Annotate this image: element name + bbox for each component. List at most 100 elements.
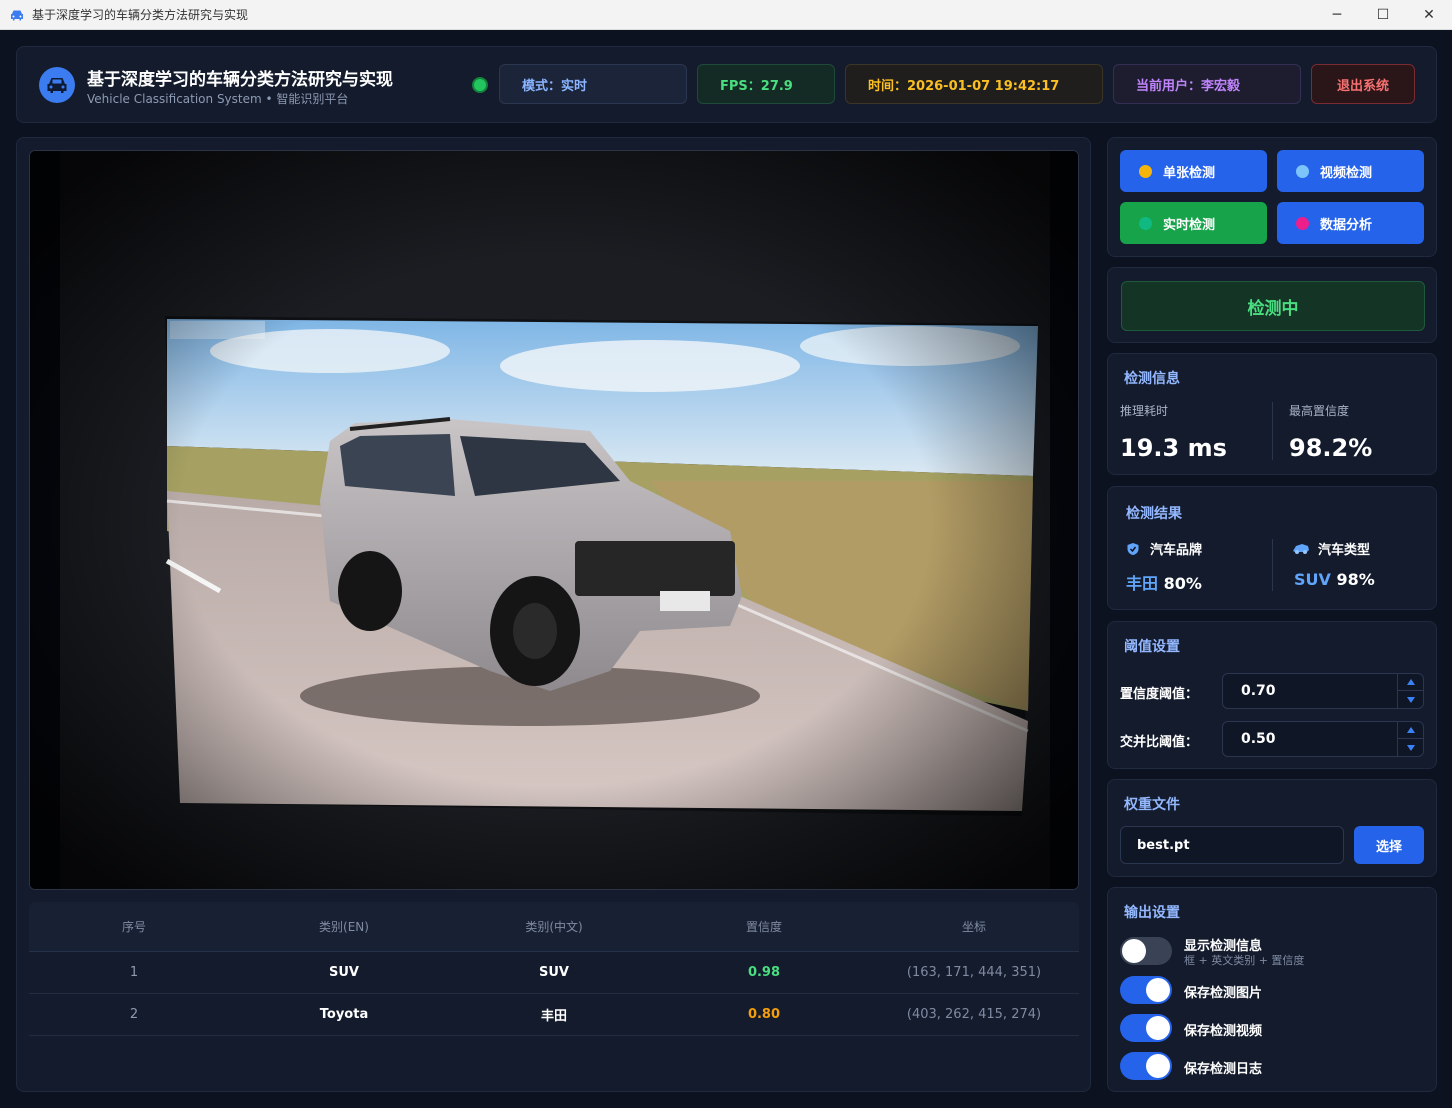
fps-badge: FPS：27.9 <box>697 64 835 104</box>
header-confidence: 置信度 <box>745 920 782 934</box>
type-label: 汽车类型 <box>1318 543 1371 558</box>
save-video-toggle[interactable] <box>1120 1014 1172 1042</box>
mode-panel: 单张检测 视频检测 实时检测 数据分析 <box>1107 137 1437 257</box>
camera-feed <box>29 150 1079 890</box>
threshold-title: 阈值设置 <box>1124 639 1180 655</box>
logout-button[interactable]: 退出系统 <box>1311 64 1415 104</box>
window-titlebar: 基于深度学习的车辆分类方法研究与实现 ─ ☐ ✕ <box>0 0 1452 30</box>
brand-result: 丰田 80% <box>1126 570 1202 594</box>
single-detect-button[interactable]: 单张检测 <box>1120 150 1267 192</box>
header-coordinates: 坐标 <box>961 920 986 934</box>
save-log-label: 保存检测日志 <box>1184 1062 1263 1077</box>
save-log-toggle[interactable] <box>1120 1052 1172 1080</box>
row-class-cn: SUV <box>539 965 569 980</box>
row-class-cn: 丰田 <box>540 1009 567 1024</box>
toggle-knob <box>1146 1016 1170 1040</box>
car-logo-icon <box>39 67 75 103</box>
time-badge: 时间：2026-01-07 19:42:17 <box>845 64 1103 104</box>
table-row[interactable]: 1 SUV SUV 0.98 (163, 171, 444, 351) <box>29 952 1079 994</box>
status-dot-icon <box>1296 164 1309 178</box>
show-info-description: 框 + 英文类别 + 置信度 <box>1184 954 1305 967</box>
iou-threshold-spinbox[interactable]: 0.50 <box>1222 721 1424 757</box>
latency-label: 推理耗时 <box>1120 404 1169 418</box>
minimize-button[interactable]: ─ <box>1314 0 1360 30</box>
connection-status-indicator <box>472 77 488 93</box>
app-header: 基于深度学习的车辆分类方法研究与实现 Vehicle Classificatio… <box>16 46 1437 123</box>
mode-badge: 模式：实时 <box>499 64 687 104</box>
toggle-knob <box>1146 978 1170 1002</box>
maximize-button[interactable]: ☐ <box>1360 0 1406 30</box>
type-confidence: 98% <box>1336 570 1375 589</box>
weights-title: 权重文件 <box>1124 797 1180 813</box>
main-panel: 序号 类别(EN) 类别(中文) 置信度 坐标 1 SUV SUV 0.98 (… <box>16 137 1091 1092</box>
close-button[interactable]: ✕ <box>1406 0 1452 30</box>
table-row[interactable]: 2 Toyota 丰田 0.80 (403, 262, 415, 274) <box>29 994 1079 1036</box>
increment-arrow-icon[interactable] <box>1398 674 1424 691</box>
app-root: 基于深度学习的车辆分类方法研究与实现 Vehicle Classificatio… <box>1 31 1451 1107</box>
save-video-label: 保存检测视频 <box>1184 1024 1263 1039</box>
status-dot-icon <box>1296 216 1309 230</box>
confidence-threshold-value: 0.70 <box>1241 683 1276 699</box>
detection-info-panel: 检测信息 推理耗时 19.3 ms 最高置信度 98.2% <box>1107 353 1437 475</box>
iou-threshold-value: 0.50 <box>1241 731 1276 747</box>
decrement-arrow-icon[interactable] <box>1398 691 1424 708</box>
save-image-toggle[interactable] <box>1120 976 1172 1004</box>
realtime-detect-label: 实时检测 <box>1163 217 1216 233</box>
detection-result-title: 检测结果 <box>1126 506 1182 522</box>
header-class-cn: 类别(中文) <box>525 920 583 934</box>
show-info-toggle[interactable] <box>1120 937 1172 965</box>
row-class-en: Toyota <box>319 1007 369 1022</box>
table-header: 序号 类别(EN) 类别(中文) 置信度 坐标 <box>29 902 1079 952</box>
camera-frame-image <box>30 151 1078 889</box>
brand-label-row: 汽车品牌 <box>1126 539 1202 558</box>
max-confidence-label: 最高置信度 <box>1289 404 1350 418</box>
decrement-arrow-icon[interactable] <box>1398 739 1424 756</box>
brand-name: 丰田 <box>1126 574 1159 593</box>
divider <box>1272 402 1273 460</box>
divider <box>1272 539 1273 591</box>
row-confidence: 0.80 <box>747 1007 781 1022</box>
detect-status-button[interactable]: 检测中 <box>1121 281 1425 331</box>
brand-label: 汽车品牌 <box>1150 543 1203 558</box>
status-dot-icon <box>1139 164 1152 178</box>
output-settings-panel: 输出设置 显示检测信息 框 + 英文类别 + 置信度 保存检测图片 保存检测视频… <box>1107 887 1437 1092</box>
max-confidence-value: 98.2% <box>1289 434 1373 462</box>
confidence-threshold-label: 置信度阈值： <box>1120 687 1199 702</box>
data-analysis-button[interactable]: 数据分析 <box>1277 202 1424 244</box>
weights-file-field[interactable]: best.pt <box>1120 826 1344 864</box>
video-detect-label: 视频检测 <box>1320 165 1373 181</box>
save-image-label: 保存检测图片 <box>1184 986 1263 1001</box>
detection-table: 序号 类别(EN) 类别(中文) 置信度 坐标 1 SUV SUV 0.98 (… <box>29 902 1079 1036</box>
header-index: 序号 <box>121 920 146 934</box>
toggle-knob <box>1146 1054 1170 1078</box>
row-class-en: SUV <box>329 965 359 980</box>
car-type-icon <box>1292 543 1310 555</box>
single-detect-label: 单张检测 <box>1163 165 1216 181</box>
threshold-panel: 阈值设置 置信度阈值： 0.70 交并比阈值： 0.50 <box>1107 621 1437 769</box>
brand-confidence: 80% <box>1163 574 1202 593</box>
video-detect-button[interactable]: 视频检测 <box>1277 150 1424 192</box>
type-name: SUV <box>1294 570 1331 589</box>
window-title: 基于深度学习的车辆分类方法研究与实现 <box>32 8 249 22</box>
app-subtitle: Vehicle Classification System • 智能识别平台 <box>87 92 349 106</box>
detection-result-panel: 检测结果 汽车品牌 丰田 80% 汽车类型 SUV 98% <box>1107 486 1437 610</box>
type-label-row: 汽车类型 <box>1292 539 1370 558</box>
output-settings-title: 输出设置 <box>1124 905 1180 921</box>
car-icon <box>10 8 24 22</box>
confidence-threshold-spinbox[interactable]: 0.70 <box>1222 673 1424 709</box>
row-confidence: 0.98 <box>747 965 781 980</box>
toggle-knob <box>1122 939 1146 963</box>
data-analysis-label: 数据分析 <box>1320 217 1373 233</box>
app-title: 基于深度学习的车辆分类方法研究与实现 <box>87 70 393 90</box>
latency-value: 19.3 ms <box>1120 434 1227 462</box>
spin-arrows <box>1397 674 1424 708</box>
realtime-detect-button[interactable]: 实时检测 <box>1120 202 1267 244</box>
user-badge: 当前用户：李宏毅 <box>1113 64 1301 104</box>
row-coordinates: (163, 171, 444, 351) <box>906 965 1042 980</box>
shield-icon <box>1126 542 1140 556</box>
increment-arrow-icon[interactable] <box>1398 722 1424 739</box>
choose-weights-button[interactable]: 选择 <box>1354 826 1424 864</box>
type-result: SUV 98% <box>1294 570 1375 589</box>
status-dot-icon <box>1139 216 1152 230</box>
status-panel: 检测中 <box>1107 267 1437 343</box>
